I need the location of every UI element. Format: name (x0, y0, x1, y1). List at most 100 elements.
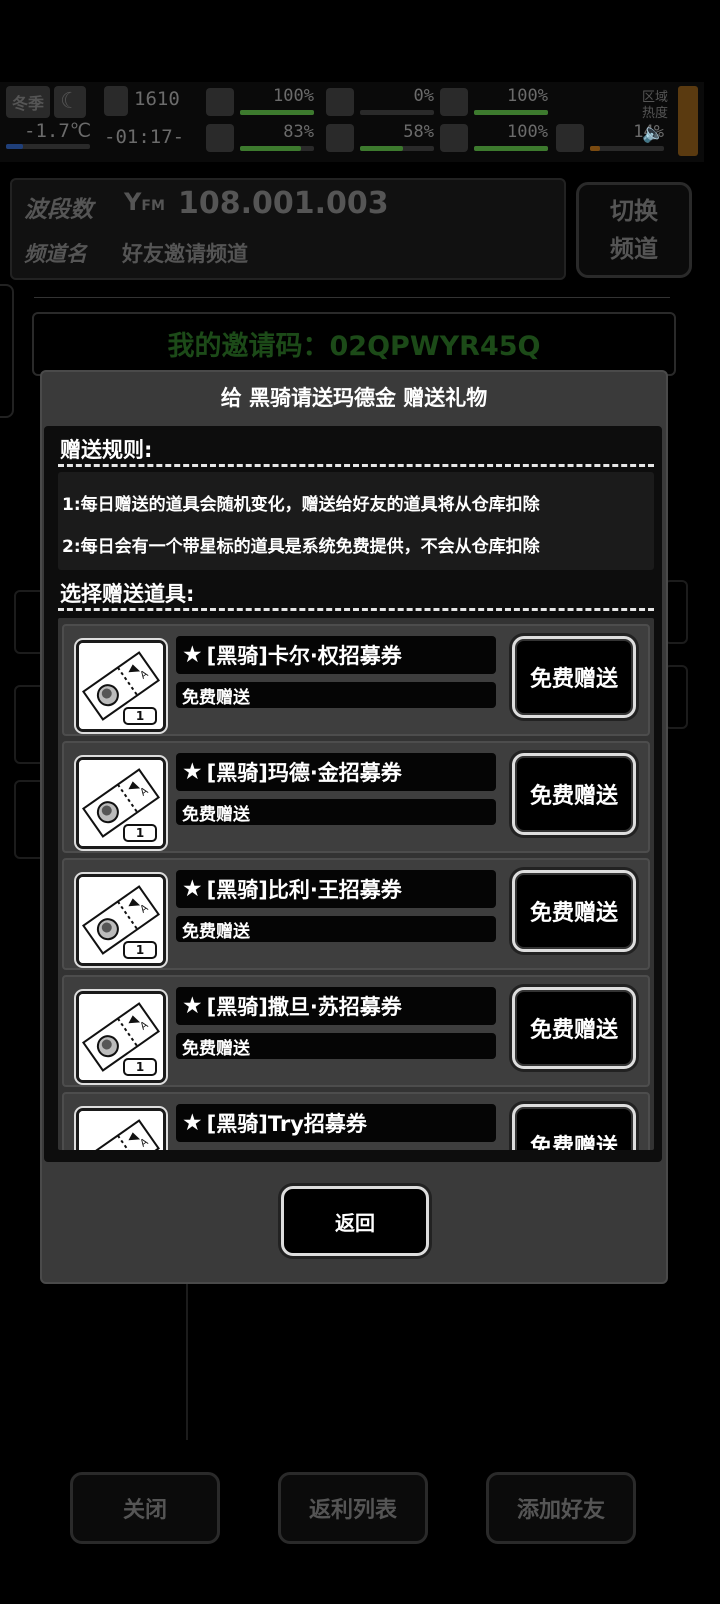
medkit-icon (206, 88, 234, 116)
gift-item-row: A 1 ★ [黑骑]撒旦·苏招募券 免费赠送 免费赠送 (62, 975, 650, 1087)
free-gift-button[interactable]: 免费赠送 (512, 753, 636, 835)
invite-code[interactable]: 我的邀请码：02QPWYR45Q (34, 324, 674, 363)
star-icon: ★ (182, 876, 203, 902)
zone-heat: 区域 热度 🔈 (642, 90, 676, 143)
item-count: 1 (123, 1058, 157, 1076)
stat-cell: 58% (326, 122, 438, 156)
free-gift-button[interactable]: 免费赠送 (512, 987, 636, 1069)
season-icon: 冬季 (6, 86, 50, 118)
item-name: ★ [黑骑]卡尔·权招募券 (176, 636, 496, 674)
free-gift-button[interactable]: 免费赠送 (512, 636, 636, 718)
device-icon (104, 86, 128, 116)
rule-1: 1:每日赠送的道具会随机变化，赠送给好友的道具将从仓库扣除 (62, 495, 540, 515)
fm-label: FM (141, 198, 165, 214)
stat-bar (590, 146, 664, 151)
select-title: 选择赠送道具: (60, 582, 195, 606)
recruit-ticket-icon: A (79, 1111, 163, 1150)
star-icon: ★ (182, 642, 203, 668)
item-list[interactable]: A 1 ★ [黑骑]卡尔·权招募券 免费赠送 免费赠送 A 1 ★ [黑骑]玛德·金招募券 免费赠送… (58, 618, 654, 1150)
select-divider (58, 608, 654, 611)
heat-meter (678, 86, 698, 156)
temperature-readout: -1.7℃ (24, 120, 92, 142)
stat-cell: 100% (440, 86, 552, 120)
band-label: 波段数 (24, 197, 93, 223)
stat-cell: 100% (206, 86, 318, 120)
stat-bar (240, 146, 314, 151)
moon-icon: ☾ (54, 86, 86, 118)
item-subtitle: 免费赠送 (176, 799, 496, 825)
person-icon (440, 124, 468, 152)
item-name: ★ [黑骑]撒旦·苏招募券 (176, 987, 496, 1025)
stat-value: 58% (403, 122, 434, 142)
stat-bar (360, 110, 434, 115)
item-name: ★ [黑骑]玛德·金招募券 (176, 753, 496, 791)
item-name: ★ [黑骑]Try招募券 (176, 1104, 496, 1142)
stat-bar (474, 146, 548, 151)
rules-box: 1:每日赠送的道具会随机变化，赠送给好友的道具将从仓库扣除 2:每日会有一个带星… (58, 472, 654, 570)
status-bar: 冬季 ☾ -1.7℃ 1610 -01:17- 100% 83% 0% 58% 100%… (0, 82, 704, 162)
water-icon (440, 88, 468, 116)
stat-cell: 83% (206, 122, 318, 156)
free-gift-button[interactable]: 免费赠送 (512, 870, 636, 952)
item-name: ★ [黑骑]比利·王招募券 (176, 870, 496, 908)
time-counter: 1610 (134, 88, 180, 110)
gift-item-row: A 1 ★ [黑骑]玛德·金招募券 免费赠送 免费赠送 (62, 741, 650, 853)
stat-bar (240, 110, 314, 115)
ticket-thumbnail: A1 (76, 640, 166, 732)
ticket-thumbnail: A1 (76, 757, 166, 849)
item-subtitle: 免费赠送 (176, 1033, 496, 1059)
free-gift-button[interactable]: 免费赠送 (512, 1104, 636, 1150)
bg-vertical-divider (186, 1280, 188, 1440)
speaker-icon[interactable]: 🔈 (642, 125, 676, 143)
lungs-icon (206, 124, 234, 152)
clock-readout: -01:17- (104, 126, 185, 148)
frequency-readout: 108.001.003 (178, 186, 389, 221)
ticket-thumbnail: A1 (76, 1108, 166, 1150)
stomach-icon (326, 88, 354, 116)
item-name-label: [黑骑]比利·王招募券 (206, 878, 402, 902)
star-icon: ★ (182, 1110, 203, 1136)
back-button[interactable]: 返回 (281, 1186, 429, 1256)
item-name-label: [黑骑]Try招募券 (206, 1112, 367, 1136)
heat-label: 热度 (642, 106, 669, 121)
zone-label: 区域 (642, 90, 669, 105)
item-subtitle: 免费赠送 (176, 916, 496, 942)
season-label: 冬季 (11, 94, 44, 113)
item-count: 1 (123, 824, 157, 842)
switch-channel-button[interactable]: 切换 频道 (576, 182, 692, 278)
rebate-list-button[interactable]: 返利列表 (278, 1472, 428, 1544)
brain-icon (556, 124, 584, 152)
item-subtitle: 免费赠送 (176, 682, 496, 708)
radio-panel: 波段数 YFM 108.001.003 频道名 好友邀请频道 (10, 178, 566, 280)
side-buttons-left (0, 284, 14, 418)
stat-value: 100% (507, 86, 548, 106)
stat-value: 83% (283, 122, 314, 142)
gift-item-row: A1★[黑骑]Try招募券免费赠送免费赠送 (62, 1092, 650, 1150)
gift-item-row: A 1 ★ [黑骑]比利·王招募券 免费赠送 免费赠送 (62, 858, 650, 970)
stat-value: 100% (507, 122, 548, 142)
ticket-thumbnail: A1 (76, 874, 166, 966)
invite-panel: 我的邀请码：02QPWYR45Q (32, 312, 676, 376)
ticket-thumbnail: A1 (76, 991, 166, 1083)
dialog-content: 赠送规则: 1:每日赠送的道具会随机变化，赠送给好友的道具将从仓库扣除 2:每日… (44, 426, 662, 1162)
stat-bar (360, 146, 434, 151)
channel-label: 频道名 (24, 242, 87, 266)
add-friend-button[interactable]: 添加好友 (486, 1472, 636, 1544)
stat-value: 0% (413, 86, 434, 106)
stat-bar (474, 110, 548, 115)
stat-grid: 100% 83% 0% 58% 100% 100% 14% (206, 84, 664, 160)
dialog-title: 给 黑骑请送玛德金 赠送礼物 (220, 386, 488, 410)
gift-dialog: 给 黑骑请送玛德金 赠送礼物 赠送规则: 1:每日赠送的道具会随机变化，赠送给好… (40, 370, 668, 1284)
close-button[interactable]: 关闭 (70, 1472, 220, 1544)
rule-2: 2:每日会有一个带星标的道具是系统免费提供，不会从仓库扣除 (62, 537, 540, 557)
antenna-icon: YFM (124, 188, 165, 216)
stat-cell: 100% (440, 122, 552, 156)
channel-name: 好友邀请频道 (122, 242, 248, 266)
item-name-label: [黑骑]卡尔·权招募券 (206, 644, 402, 668)
gift-item-row: A 1 ★ [黑骑]卡尔·权招募券 免费赠送 免费赠送 (62, 624, 650, 736)
item-count: 1 (123, 941, 157, 959)
temperature-bar (6, 144, 90, 149)
divider-line (34, 297, 670, 298)
item-name-label: [黑骑]玛德·金招募券 (206, 761, 402, 785)
item-count: 1 (123, 707, 157, 725)
